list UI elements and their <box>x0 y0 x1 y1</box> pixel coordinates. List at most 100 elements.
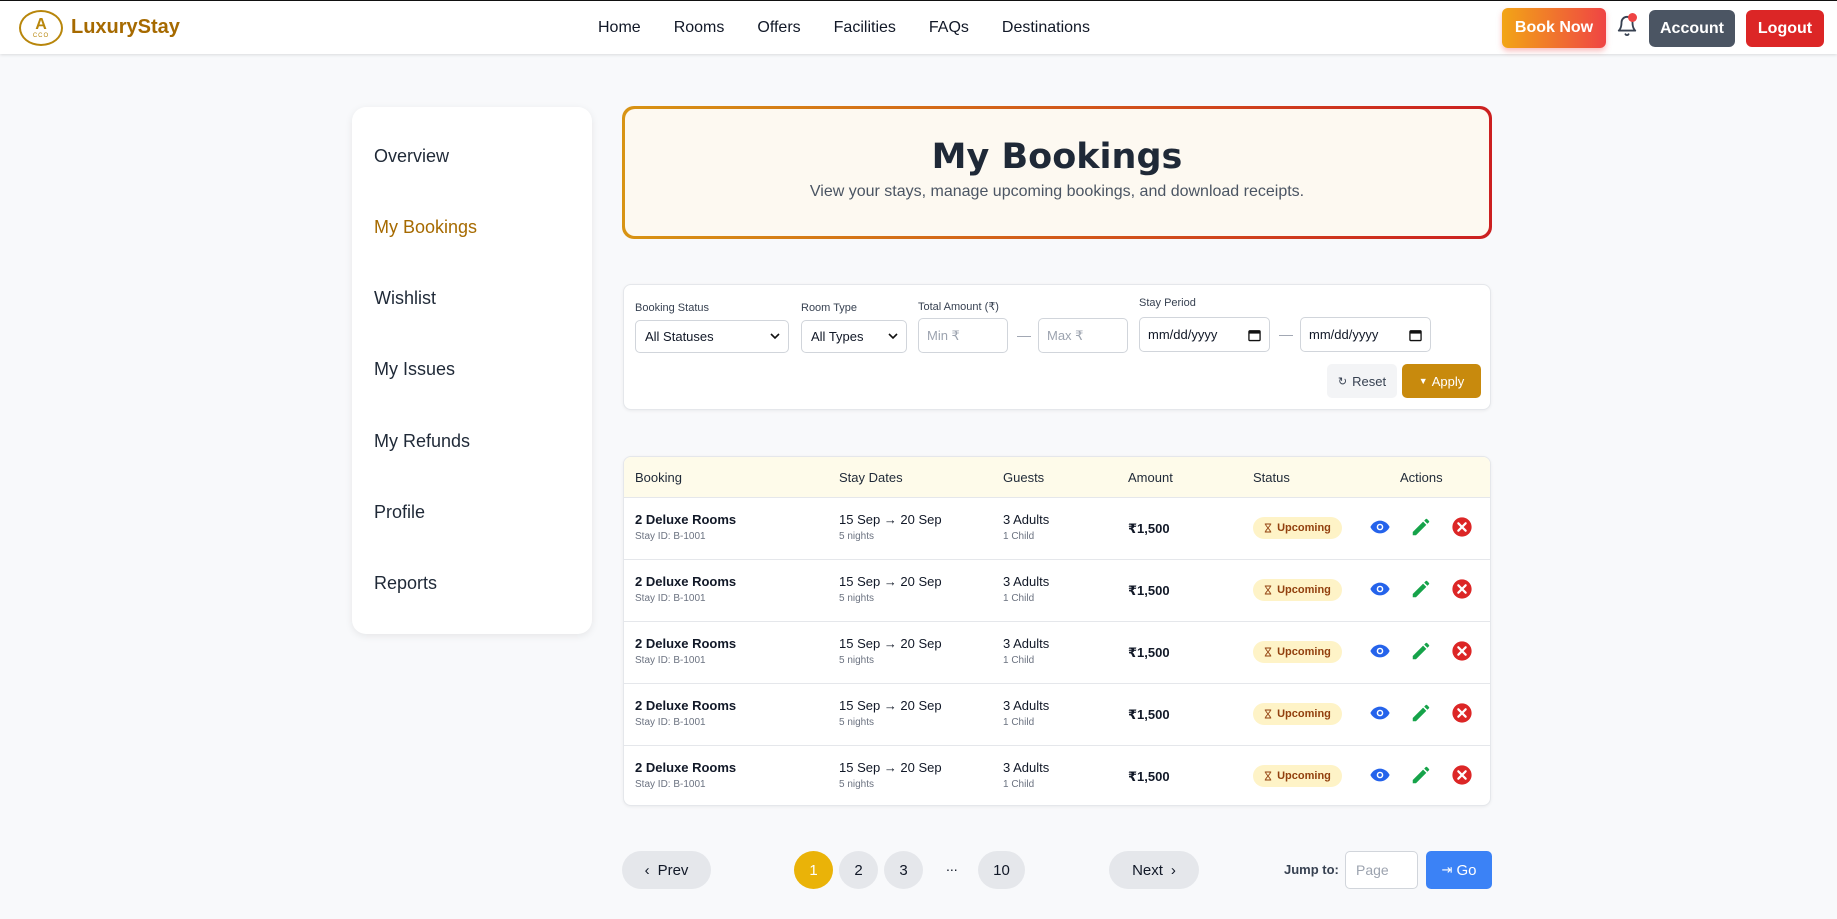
status-badge: Upcoming <box>1253 703 1342 725</box>
x-circle-icon[interactable] <box>1451 702 1473 724</box>
logo-small-text: CCO <box>32 33 50 39</box>
pencil-icon[interactable] <box>1410 640 1432 662</box>
calendar-icon[interactable] <box>1409 328 1422 342</box>
go-button[interactable]: ⇥ Go <box>1426 851 1492 889</box>
sidebar-item-wishlist[interactable]: Wishlist <box>374 288 436 309</box>
nav-link-facilities[interactable]: Facilities <box>834 19 896 37</box>
page-header-inner: My Bookings View your stays, manage upco… <box>625 109 1489 236</box>
jump-to-label: Jump to: <box>1284 862 1339 877</box>
book-now-button[interactable]: Book Now <box>1502 8 1606 48</box>
table-row: 2 Deluxe Rooms Stay ID: B-1001 15 Sep → 20… <box>624 684 1490 746</box>
column-header-stay-dates: Stay Dates <box>839 470 903 485</box>
sidebar-item-my-refunds[interactable]: My Refunds <box>374 431 470 452</box>
next-label: Next <box>1132 861 1163 879</box>
status-badge: Upcoming <box>1253 765 1342 787</box>
booking-room: 2 Deluxe Rooms <box>635 698 737 713</box>
sidebar-item-my-bookings[interactable]: My Bookings <box>374 217 477 238</box>
eye-icon[interactable] <box>1369 578 1391 600</box>
reset-icon: ↻ <box>1337 375 1348 388</box>
page-button-3[interactable]: 3 <box>884 851 923 889</box>
status-badge: Upcoming <box>1253 579 1342 601</box>
logout-button[interactable]: Logout <box>1746 10 1824 47</box>
calendar-icon[interactable] <box>1248 328 1261 342</box>
booking-amount: ₹1,500 <box>1128 645 1170 660</box>
sidebar-item-my-issues[interactable]: My Issues <box>374 359 455 380</box>
booking-stay-id: Stay ID: B-1001 <box>635 717 706 728</box>
page-button-2[interactable]: 2 <box>839 851 878 889</box>
page-subtitle: View your stays, manage upcoming booking… <box>809 183 1305 200</box>
pencil-icon[interactable] <box>1410 516 1432 538</box>
x-circle-icon[interactable] <box>1451 764 1473 786</box>
pencil-icon[interactable] <box>1410 702 1432 724</box>
x-circle-icon[interactable] <box>1451 578 1473 600</box>
booking-status-value: All Statuses <box>645 329 714 344</box>
prev-page-button[interactable]: ‹ Prev <box>622 851 711 889</box>
guest-children: 1 Child <box>1003 655 1035 666</box>
sidebar-item-overview[interactable]: Overview <box>374 146 449 167</box>
status-badge: Upcoming <box>1253 517 1342 539</box>
eye-icon[interactable] <box>1369 640 1391 662</box>
bookings-table: Booking Stay Dates Guests Amount Status … <box>623 456 1491 806</box>
brand-name[interactable]: LuxuryStay <box>71 16 180 39</box>
guest-children: 1 Child <box>1003 531 1035 542</box>
booking-amount: ₹1,500 <box>1128 521 1170 536</box>
reset-label: Reset <box>1352 373 1387 389</box>
chevron-left-icon: ‹ <box>644 861 650 879</box>
nav-link-faqs[interactable]: FAQs <box>929 19 969 37</box>
account-button[interactable]: Account <box>1649 10 1735 47</box>
date-to-input[interactable]: mm/dd/yyyy <box>1300 317 1431 352</box>
page-title: My Bookings <box>931 137 1183 177</box>
status-label: Upcoming <box>1277 708 1331 720</box>
eye-icon[interactable] <box>1369 516 1391 538</box>
booking-room: 2 Deluxe Rooms <box>635 512 737 527</box>
stay-nights: 5 nights <box>839 655 875 666</box>
sidebar-item-reports[interactable]: Reports <box>374 573 437 594</box>
x-circle-icon[interactable] <box>1451 640 1473 662</box>
booking-stay-id: Stay ID: B-1001 <box>635 531 706 542</box>
apply-button[interactable]: ▼ Apply <box>1402 364 1481 398</box>
brand-logo[interactable]: A CCO <box>19 10 63 46</box>
page-header: My Bookings View your stays, manage upco… <box>622 106 1492 239</box>
guest-adults: 3 Adults <box>1003 636 1050 651</box>
sidebar-item-profile[interactable]: Profile <box>374 502 425 523</box>
guest-children: 1 Child <box>1003 593 1035 604</box>
column-header-booking: Booking <box>635 470 682 485</box>
guest-children: 1 Child <box>1003 717 1035 728</box>
reset-button[interactable]: ↻ Reset <box>1327 364 1397 398</box>
min-amount-input[interactable]: Min ₹ <box>918 318 1008 353</box>
pencil-icon[interactable] <box>1410 764 1432 786</box>
eye-icon[interactable] <box>1369 764 1391 786</box>
go-label: Go <box>1456 861 1477 879</box>
guest-adults: 3 Adults <box>1003 512 1050 527</box>
table-row: 2 Deluxe Rooms Stay ID: B-1001 15 Sep → 20… <box>624 622 1490 684</box>
main-nav: Home Rooms Offers Facilities FAQs Destin… <box>598 19 1123 37</box>
notification-dot <box>1628 13 1637 22</box>
page-button-1[interactable]: 1 <box>794 851 833 889</box>
column-header-status: Status <box>1253 470 1290 485</box>
top-navbar: A CCO LuxuryStay Home Rooms Offers Facil… <box>0 0 1837 54</box>
pencil-icon[interactable] <box>1410 578 1432 600</box>
date-from-value: mm/dd/yyyy <box>1148 327 1218 342</box>
nav-link-destinations[interactable]: Destinations <box>1002 19 1090 37</box>
next-page-button[interactable]: Next › <box>1109 851 1199 889</box>
stay-nights: 5 nights <box>839 593 875 604</box>
nav-link-rooms[interactable]: Rooms <box>674 19 725 37</box>
hourglass-icon <box>1264 585 1272 595</box>
room-type-select[interactable]: All Types <box>801 320 907 353</box>
eye-icon[interactable] <box>1369 702 1391 724</box>
status-label: Upcoming <box>1277 584 1331 596</box>
nav-link-offers[interactable]: Offers <box>757 19 800 37</box>
booking-room: 2 Deluxe Rooms <box>635 636 737 651</box>
sidebar: Overview My Bookings Wishlist My Issues … <box>352 107 592 634</box>
total-amount-label: Total Amount (₹) <box>918 301 999 313</box>
max-amount-input[interactable]: Max ₹ <box>1038 318 1128 353</box>
jump-page-input[interactable]: Page <box>1345 851 1418 889</box>
booking-status-select[interactable]: All Statuses <box>635 320 789 353</box>
x-circle-icon[interactable] <box>1451 516 1473 538</box>
filter-icon: ▼ <box>1418 376 1428 386</box>
date-from-input[interactable]: mm/dd/yyyy <box>1139 317 1270 352</box>
stay-period-label: Stay Period <box>1139 297 1196 309</box>
nav-link-home[interactable]: Home <box>598 19 641 37</box>
page-button-10[interactable]: 10 <box>978 851 1025 889</box>
room-type-value: All Types <box>811 329 864 344</box>
